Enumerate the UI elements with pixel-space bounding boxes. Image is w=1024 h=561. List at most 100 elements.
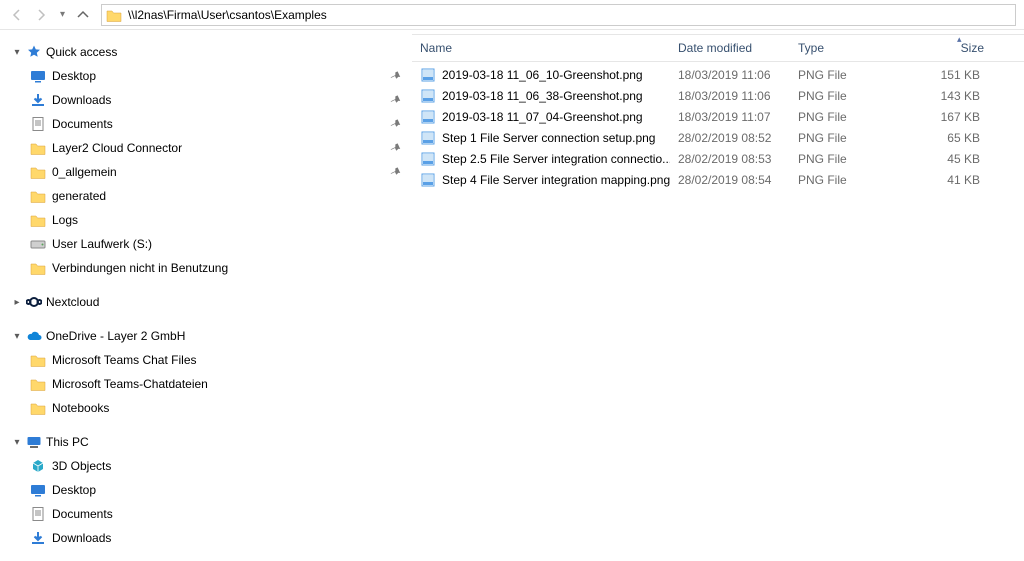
caret-down-icon: ▾ [12,331,22,341]
file-name: 2019-03-18 11_06_10-Greenshot.png [442,68,643,82]
address-path: \\l2nas\Firma\User\csantos\Examples [128,8,327,22]
file-row[interactable]: 2019-03-18 11_06_10-Greenshot.png 18/03/2… [412,64,1024,85]
file-row[interactable]: 2019-03-18 11_06_38-Greenshot.png 18/03/2… [412,85,1024,106]
file-size: 143 KB [912,89,992,103]
png-file-icon [420,67,436,83]
file-row[interactable]: Step 2.5 File Server integration connect… [412,148,1024,169]
sidebar-group-label: Nextcloud [46,295,99,309]
folder-icon [106,7,122,23]
sidebar-item-label: Documents [52,117,382,131]
caret-down-icon: ▾ [12,47,22,57]
desktop-icon [30,68,46,84]
sidebar-item-label: Logs [52,213,402,227]
png-file-icon [420,151,436,167]
file-row[interactable]: 2019-03-18 11_07_04-Greenshot.png 18/03/2… [412,106,1024,127]
sidebar-this-pc[interactable]: ▾ This PC [8,430,412,454]
sidebar-item[interactable]: Microsoft Teams-Chatdateien [30,372,412,396]
nav-back-button[interactable] [8,7,24,23]
sidebar-item-label: User Laufwerk (S:) [52,237,402,251]
star-icon [26,44,42,60]
sidebar-item-label: 3D Objects [52,459,402,473]
downloads-icon [30,92,46,108]
file-date: 28/02/2019 08:53 [670,152,790,166]
sidebar-item-label: Microsoft Teams-Chatdateien [52,377,402,391]
documents-icon [30,506,46,522]
folder-icon [30,376,46,392]
pin-icon [388,165,402,179]
sidebar-item[interactable]: 3D Objects [30,454,412,478]
column-header-type[interactable]: Type [790,41,912,55]
sidebar-item[interactable]: Documents [30,502,412,526]
file-type: PNG File [790,152,912,166]
caret-right-icon: ▸ [12,297,22,307]
nav-up-button[interactable] [75,7,91,23]
sidebar-item[interactable]: Microsoft Teams Chat Files [30,348,412,372]
sidebar-item-label: Downloads [52,93,382,107]
column-headers: Name Date modified Type Size [412,34,1024,62]
this-pc-icon [26,434,42,450]
sidebar-item[interactable]: Layer2 Cloud Connector [30,136,412,160]
file-list-pane: ▴ Name Date modified Type Size 2019-03-1… [412,30,1024,561]
file-size: 151 KB [912,68,992,82]
sidebar-nextcloud[interactable]: ▸ Nextcloud [8,290,412,314]
file-name: 2019-03-18 11_06_38-Greenshot.png [442,89,643,103]
sidebar-quick-access[interactable]: ▾ Quick access [8,40,412,64]
sidebar-item[interactable]: Desktop [30,64,412,88]
file-name: Step 1 File Server connection setup.png [442,131,655,145]
sidebar-item[interactable]: generated [30,184,412,208]
file-row[interactable]: Step 4 File Server integration mapping.p… [412,169,1024,190]
png-file-icon [420,88,436,104]
onedrive-icon [26,328,42,344]
sidebar-item-label: Downloads [52,531,402,545]
documents-icon [30,116,46,132]
file-type: PNG File [790,173,912,187]
file-type: PNG File [790,110,912,124]
folder-icon [30,212,46,228]
file-date: 18/03/2019 11:06 [670,89,790,103]
sidebar-item[interactable]: Downloads [30,88,412,112]
nextcloud-icon [26,294,42,310]
drive-icon [30,236,46,252]
file-size: 41 KB [912,173,992,187]
sidebar-onedrive[interactable]: ▾ OneDrive - Layer 2 GmbH [8,324,412,348]
sidebar-item[interactable]: Verbindungen nicht in Benutzung [30,256,412,280]
file-date: 18/03/2019 11:07 [670,110,790,124]
folder-icon [30,188,46,204]
folder-icon [30,164,46,180]
recent-locations-chevron-icon[interactable]: ▾ [60,9,65,20]
sidebar-item-label: Layer2 Cloud Connector [52,141,382,155]
sidebar-item-label: 0_allgemein [52,165,382,179]
sidebar-item[interactable]: Documents [30,112,412,136]
sidebar-item-label: Desktop [52,69,382,83]
column-header-name[interactable]: Name [412,41,670,55]
sidebar-item-label: Verbindungen nicht in Benutzung [52,261,402,275]
address-input[interactable]: \\l2nas\Firma\User\csantos\Examples [101,4,1016,26]
caret-down-icon: ▾ [12,437,22,447]
pin-icon [388,93,402,107]
file-size: 167 KB [912,110,992,124]
folder-icon [30,400,46,416]
column-header-size[interactable]: Size [912,41,992,55]
sidebar-item-label: Documents [52,507,402,521]
file-name: 2019-03-18 11_07_04-Greenshot.png [442,110,643,124]
nav-forward-button[interactable] [34,7,50,23]
file-date: 18/03/2019 11:06 [670,68,790,82]
sidebar-item[interactable]: Desktop [30,478,412,502]
sidebar-item[interactable]: 0_allgemein [30,160,412,184]
png-file-icon [420,172,436,188]
column-header-date[interactable]: Date modified [670,41,790,55]
folder-icon [30,140,46,156]
file-row[interactable]: Step 1 File Server connection setup.png2… [412,127,1024,148]
sidebar-group-label: OneDrive - Layer 2 GmbH [46,329,185,343]
objects3d-icon [30,458,46,474]
pin-icon [388,141,402,155]
file-size: 45 KB [912,152,992,166]
folder-icon [30,260,46,276]
sidebar-item[interactable]: Logs [30,208,412,232]
sidebar-item-label: Desktop [52,483,402,497]
sidebar-item[interactable]: Downloads [30,526,412,550]
sidebar-item[interactable]: User Laufwerk (S:) [30,232,412,256]
desktop-icon [30,482,46,498]
sidebar-item[interactable]: Notebooks [30,396,412,420]
file-type: PNG File [790,89,912,103]
